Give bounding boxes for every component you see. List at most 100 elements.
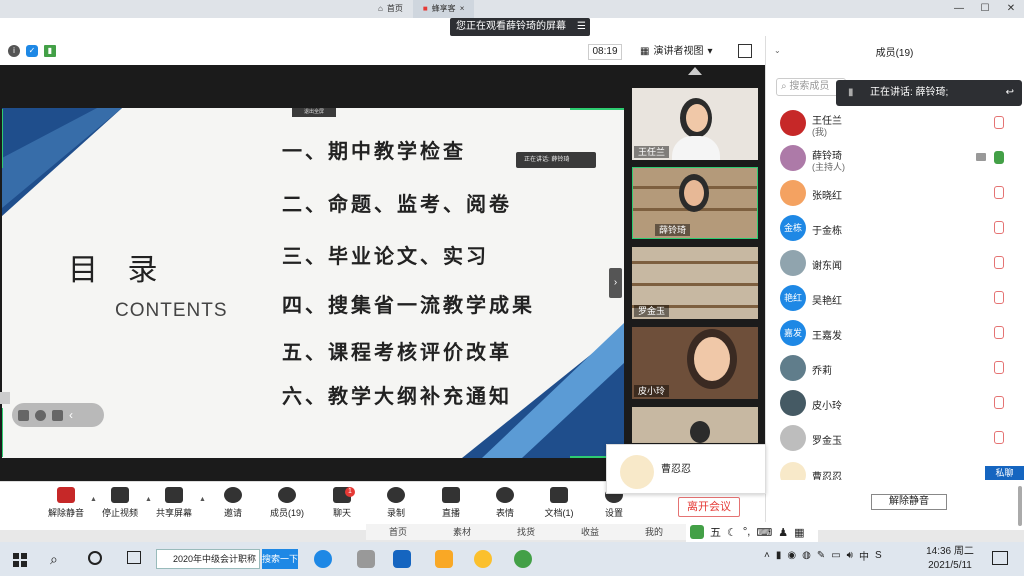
microphone-muted-icon[interactable] xyxy=(994,431,1004,444)
windows-start-icon[interactable] xyxy=(12,552,28,568)
nav-item-material[interactable]: 素材 xyxy=(453,524,471,540)
cortana-icon[interactable] xyxy=(88,551,102,565)
tab-home[interactable]: ⌂ 首页 xyxy=(368,0,413,18)
app-tray-icon[interactable]: ◉ xyxy=(787,550,796,561)
video-thumbnail[interactable] xyxy=(632,407,758,443)
share-screen-button[interactable]: 共享屏幕 xyxy=(149,487,199,519)
menu-icon[interactable]: ☰ xyxy=(577,18,586,36)
member-row[interactable]: 张晓红 xyxy=(770,176,1024,210)
member-row[interactable]: 王任兰 (我) xyxy=(770,106,1024,140)
member-row[interactable]: 罗金玉 xyxy=(770,421,1024,455)
avatar xyxy=(780,250,806,276)
display-icon[interactable]: ▭ xyxy=(831,550,840,561)
invite-button[interactable]: 邀请 xyxy=(208,487,258,519)
info-icon[interactable]: i xyxy=(8,45,20,57)
documents-button[interactable]: 文档(1) xyxy=(534,487,584,519)
video-thumbnail[interactable]: 皮小玲 xyxy=(632,327,758,399)
unmute-all-button[interactable]: 解除静音 xyxy=(871,494,947,510)
folder-icon[interactable] xyxy=(357,550,375,568)
ime-logo-icon[interactable] xyxy=(690,525,704,539)
camera-icon xyxy=(111,487,129,503)
chat-button[interactable]: 聊天 xyxy=(317,487,367,519)
microphone-muted-icon[interactable] xyxy=(994,256,1004,269)
camera-icon[interactable] xyxy=(976,153,986,161)
record-button[interactable]: 录制 xyxy=(371,487,421,519)
side-handle[interactable] xyxy=(0,392,10,404)
members-scrollbar[interactable] xyxy=(1018,486,1022,526)
nav-item-mine[interactable]: 我的 xyxy=(645,524,663,540)
members-button[interactable]: 成员(19) xyxy=(262,487,312,519)
user-icon[interactable]: ♟ xyxy=(778,526,788,539)
zoom-app-icon[interactable] xyxy=(393,550,411,568)
fullscreen-icon[interactable] xyxy=(738,44,752,58)
close-icon[interactable]: × xyxy=(460,0,465,18)
moon-icon[interactable]: ☾ xyxy=(727,526,737,539)
close-button[interactable]: ✕ xyxy=(998,0,1024,18)
grid-icon[interactable]: ▦ xyxy=(794,526,804,539)
keyboard-icon[interactable]: ⌨ xyxy=(756,526,772,539)
grid-icon[interactable] xyxy=(18,409,29,421)
leave-meeting-button[interactable]: 离开会议 xyxy=(678,497,740,517)
volume-icon[interactable]: 🔊︎ xyxy=(847,550,853,561)
member-row[interactable]: 乔莉 xyxy=(770,351,1024,385)
chevron-up-icon[interactable]: ▲ xyxy=(199,496,206,503)
shield-icon[interactable]: ✓ xyxy=(26,45,38,57)
app-icon[interactable] xyxy=(474,550,492,568)
member-row[interactable]: 皮小玲 xyxy=(770,386,1024,420)
maximize-button[interactable]: ☐ xyxy=(972,0,998,18)
stop-video-button[interactable]: 停止视频 xyxy=(95,487,145,519)
reactions-button[interactable]: 表情 xyxy=(480,487,530,519)
taskbar-clock[interactable]: 14:36 周二 2021/5/11 xyxy=(922,545,978,573)
chevron-right-icon[interactable]: › xyxy=(609,268,622,298)
microphone-icon[interactable]: ▮ xyxy=(776,550,782,561)
member-row[interactable]: 金栋 于金栋 xyxy=(770,211,1024,245)
nav-item-home[interactable]: 首页 xyxy=(389,524,407,540)
notification-icon[interactable] xyxy=(992,551,1008,565)
microphone-muted-icon[interactable] xyxy=(994,326,1004,339)
microphone-icon[interactable] xyxy=(994,151,1004,164)
member-row[interactable]: 谢东闻 xyxy=(770,246,1024,280)
sogou-icon[interactable]: S xyxy=(875,550,882,561)
nav-item-find[interactable]: 找货 xyxy=(517,524,535,540)
search-icon[interactable]: ⌕ xyxy=(50,551,58,568)
taskbar-search-button[interactable]: 搜索一下 xyxy=(262,549,298,569)
view-mode-button[interactable]: ▦ 演讲者视图 ▾ xyxy=(640,44,712,60)
signal-icon[interactable]: ▮ xyxy=(44,45,56,57)
emoji-icon[interactable] xyxy=(35,409,46,421)
undo-icon[interactable]: ↩ xyxy=(1006,80,1014,106)
microphone-muted-icon[interactable] xyxy=(994,291,1004,304)
video-thumbnail[interactable]: 薛铃琦 xyxy=(632,167,758,239)
tab-fengxiangke[interactable]: ■ 蜂享客 × xyxy=(412,0,475,18)
video-thumbnail[interactable]: 罗金玉 xyxy=(632,247,758,319)
wechat-tray-icon[interactable]: ◍ xyxy=(802,550,811,561)
wechat-icon[interactable] xyxy=(514,550,532,568)
microphone-muted-icon[interactable] xyxy=(994,186,1004,199)
scroll-up-icon[interactable] xyxy=(688,67,702,75)
task-view-icon[interactable] xyxy=(127,551,141,564)
edge-icon[interactable] xyxy=(314,550,332,568)
system-tray: ˄ ▮ ◉ ◍ ✎ ▭ 🔊︎ 中 S xyxy=(764,548,882,563)
app-icon[interactable] xyxy=(435,550,453,568)
chat-icon[interactable] xyxy=(52,409,63,421)
exit-fullscreen-tag[interactable]: 退出全屏 xyxy=(292,108,336,117)
member-row[interactable]: 艳红 吴艳红 xyxy=(770,281,1024,315)
member-row[interactable]: 薛铃琦 (主持人) xyxy=(770,141,1024,175)
ime-indicator[interactable]: 中 xyxy=(859,548,869,563)
microphone-muted-icon[interactable] xyxy=(994,116,1004,129)
pen-icon[interactable]: ✎ xyxy=(817,550,825,561)
live-button[interactable]: 直播 xyxy=(426,487,476,519)
chevron-left-icon[interactable]: ‹ xyxy=(69,408,73,422)
microphone-muted-icon[interactable] xyxy=(994,221,1004,234)
microphone-muted-icon[interactable] xyxy=(994,361,1004,374)
taskbar-search-input[interactable]: 2020年中级会计职称 xyxy=(156,549,260,569)
minimize-button[interactable]: — xyxy=(946,0,972,18)
nav-item-earnings[interactable]: 收益 xyxy=(581,524,599,540)
private-chat-button[interactable]: 私聊 xyxy=(985,466,1024,480)
microphone-muted-icon[interactable] xyxy=(994,396,1004,409)
meeting-info-icons: i ✓ ▮ xyxy=(8,45,56,57)
mute-button[interactable]: 解除静音 xyxy=(41,487,91,519)
chevron-up-icon[interactable]: ˄ xyxy=(764,550,770,561)
punctuation-icon[interactable]: °, xyxy=(743,526,750,538)
member-row[interactable]: 嘉发 王嘉发 xyxy=(770,316,1024,350)
video-thumbnail[interactable]: 王任兰 xyxy=(632,88,758,160)
